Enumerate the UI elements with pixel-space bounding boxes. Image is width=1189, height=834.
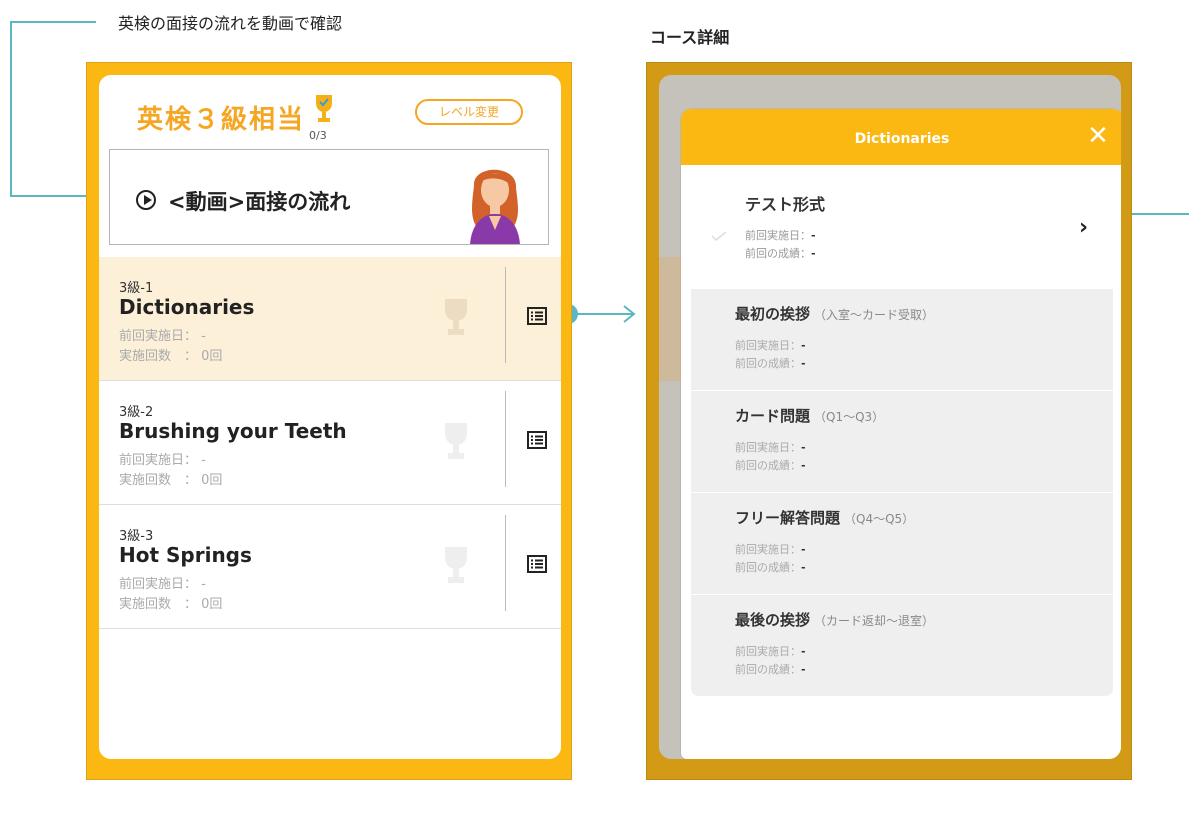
chevron-right-icon[interactable]: › [1079,215,1088,240]
section-last-date: 前回実施日：- [735,543,806,556]
section-subtitle: （Q4〜Q5） [844,512,915,526]
lesson-row[interactable]: 3級-1 Dictionaries 前回実施日： - 実施回数 ： 0回 [99,257,561,381]
lesson-last-date: 前回実施日： - [119,453,206,468]
lesson-number: 3級-2 [119,405,154,420]
divider [505,515,506,611]
lesson-number: 3級-1 [119,281,154,296]
course-detail-caption: コース詳細 [650,28,730,47]
interview-video-card[interactable]: <動画>面接の流れ [109,149,549,245]
lesson-row[interactable]: 3級-3 Hot Springs 前回実施日： - 実施回数 ： 0回 [99,505,561,629]
lesson-row[interactable]: 3級-2 Brushing your Teeth 前回実施日： - 実施回数 ：… [99,381,561,505]
trophy-count: 0/3 [309,129,327,142]
lesson-number: 3級-3 [119,529,154,544]
section-last-date: 前回実施日：- [735,645,806,658]
close-icon[interactable]: ✕ [1085,123,1111,149]
phone-frame-left: 英検３級相当 0/3 レベル変更 <動画>面接の流れ 3級-1 Dictiona… [86,62,572,780]
test-format-title: テスト形式 [745,195,826,214]
arrow-right-icon [623,305,636,323]
trophy-icon [445,423,467,459]
section-item[interactable]: フリー解答問題 （Q4〜Q5） 前回実施日：- 前回の成績：- [691,493,1113,595]
section-last-score: 前回の成績：- [735,663,806,676]
trophy-icon [445,547,467,583]
trophy-icon [445,299,467,335]
section-title: カード問題 [735,407,811,425]
section-item[interactable]: カード問題 （Q1〜Q3） 前回実施日：- 前回の成績：- [691,391,1113,493]
phone-frame-right: Dictionaries ✕ テスト形式 前回実施日：- 前回の成績：- › 最… [646,62,1132,780]
section-last-score: 前回の成績：- [735,561,806,574]
lesson-last-date: 前回実施日： - [119,329,206,344]
lesson-count: 実施回数 ： 0回 [119,597,223,612]
section-last-date: 前回実施日：- [735,441,806,454]
play-icon [136,190,156,210]
divider [505,391,506,487]
dimmed-background-screen: Dictionaries ✕ テスト形式 前回実施日：- 前回の成績：- › 最… [659,75,1121,759]
section-last-score: 前回の成績：- [735,357,806,370]
video-annotation-caption: 英検の面接の流れを動画で確認 [118,14,343,33]
modal-header: Dictionaries ✕ [681,109,1121,165]
video-label: <動画>面接の流れ [168,190,351,214]
lesson-last-date: 前回実施日： - [119,577,206,592]
check-icon [711,231,727,241]
section-subtitle: （カード返却〜退室） [814,614,935,628]
lesson-name: Brushing your Teeth [119,419,347,443]
lesson-list-screen: 英検３級相当 0/3 レベル変更 <動画>面接の流れ 3級-1 Dictiona… [99,75,561,759]
modal-title: Dictionaries [854,131,950,147]
section-title: 最初の挨拶 [735,305,811,323]
section-title: フリー解答問題 [735,509,841,527]
divider [505,267,506,363]
lesson-name: Dictionaries [119,295,255,319]
lesson-name: Hot Springs [119,543,252,567]
course-detail-icon[interactable] [527,555,547,573]
course-detail-icon[interactable] [527,307,547,325]
section-title: 最後の挨拶 [735,611,811,629]
level-change-button[interactable]: レベル変更 [415,99,523,125]
section-last-score: 前回の成績：- [735,459,806,472]
course-detail-modal: Dictionaries ✕ テスト形式 前回実施日：- 前回の成績：- › 最… [681,109,1121,759]
test-last-score: 前回の成績：- [745,247,816,260]
lesson-count: 実施回数 ： 0回 [119,349,223,364]
interviewer-avatar [470,169,520,244]
section-subtitle: （Q1〜Q3） [814,410,885,424]
trophy-icon [316,95,332,122]
course-detail-icon[interactable] [527,431,547,449]
annotation-line [10,21,12,197]
section-subtitle: （入室〜カード受取） [814,308,935,322]
test-last-date: 前回実施日：- [745,229,816,242]
section-item[interactable]: 最初の挨拶 （入室〜カード受取） 前回実施日：- 前回の成績：- [691,289,1113,391]
section-last-date: 前回実施日：- [735,339,806,352]
level-title: 英検３級相当 [137,105,306,135]
section-item[interactable]: 最後の挨拶 （カード返却〜退室） 前回実施日：- 前回の成績：- [691,595,1113,697]
annotation-line [10,21,96,23]
lesson-count: 実施回数 ： 0回 [119,473,223,488]
